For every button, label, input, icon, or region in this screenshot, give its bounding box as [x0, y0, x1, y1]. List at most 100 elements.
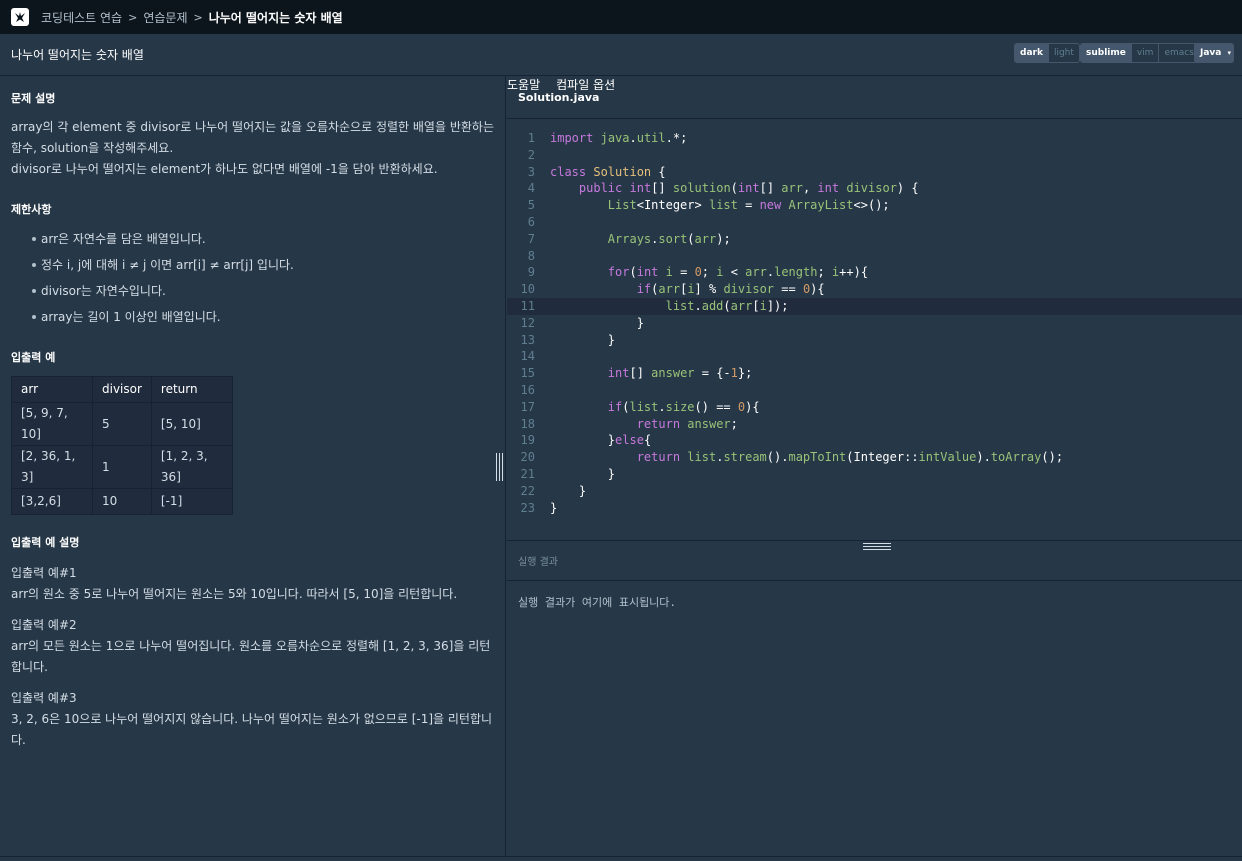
code-text: }else{ — [550, 433, 652, 448]
code-text: class Solution { — [550, 164, 666, 179]
description-text-2: divisor로 나누어 떨어지는 element가 하나도 없다면 배열에 -… — [11, 162, 438, 176]
code-line[interactable]: 19 }else{ — [507, 432, 1242, 449]
description-text-1: array의 각 element 중 divisor로 나누어 떨어지는 값을 … — [11, 120, 494, 155]
result-label: 실행 결과 — [518, 557, 558, 568]
description-heading: 문제 설명 — [11, 92, 56, 105]
title-bar: 나누어 떨어지는 숫자 배열 dark light sublime vim em… — [0, 34, 1242, 76]
example-1: 입출력 예#1 arr의 원소 중 5로 나누어 떨어지는 원소는 5와 10입… — [11, 563, 494, 605]
constraints-heading: 제한사항 — [11, 203, 52, 216]
line-number: 15 — [520, 366, 535, 381]
example-title: 입출력 예#3 — [11, 691, 77, 705]
table-cell: [3,2,6] — [11, 488, 93, 515]
code-text: public int[] solution(int[] arr, int div… — [578, 181, 919, 196]
table-cell: 1 — [92, 445, 152, 489]
table-row: [5, 9, 7, 10] 5 [5, 10] — [11, 402, 233, 446]
line-number: 5 — [527, 198, 535, 213]
chevron-right-icon: > — [193, 10, 203, 24]
breadcrumb-item-practice[interactable]: 연습문제 — [143, 9, 187, 26]
table-row: [3,2,6] 10 [-1] — [11, 488, 233, 515]
breadcrumb: 코딩테스트 연습 > 연습문제 > 나누어 떨어지는 숫자 배열 — [41, 9, 343, 26]
io-table: arr divisor return [5, 9, 7, 10] 5 [5, 1… — [11, 376, 233, 515]
code-line[interactable]: 21 } — [507, 466, 1242, 483]
code-text: } — [550, 500, 558, 515]
io-explanation-heading: 입출력 예 설명 — [11, 536, 80, 549]
code-line[interactable]: 23} — [507, 500, 1242, 517]
code-line[interactable]: 9 for(int i = 0; i < arr.length; i++){ — [507, 264, 1242, 281]
line-number: 7 — [527, 231, 535, 246]
code-line[interactable]: 2 — [507, 147, 1242, 164]
language-select[interactable]: Java ▾ — [1194, 43, 1234, 63]
caret-down-icon: ▾ — [1227, 49, 1232, 57]
code-line[interactable]: 20 return list.stream().mapToInt(Integer… — [507, 449, 1242, 466]
code-line[interactable]: 5 List<Integer> list = new ArrayList<>()… — [507, 197, 1242, 214]
result-output: 실행 결과가 여기에 표시됩니다. — [518, 596, 677, 609]
code-text: } — [550, 483, 587, 498]
code-line[interactable]: 18 return answer; — [507, 416, 1242, 433]
table-row: [2, 36, 1, 3] 1 [1, 2, 3, 36] — [11, 445, 233, 489]
theme-dark-button[interactable]: dark — [1015, 44, 1048, 62]
line-number: 16 — [520, 382, 535, 397]
line-number: 22 — [520, 483, 535, 498]
code-line[interactable]: 7 Arrays.sort(arr); — [507, 231, 1242, 248]
code-editor[interactable]: 1 import java.util.*; 2 3 class Solution {4 … — [507, 130, 1242, 516]
language-label: Java — [1200, 48, 1222, 58]
table-cell: [5, 10] — [150, 402, 233, 446]
line-number: 20 — [520, 450, 535, 465]
filename-label: Solution.java — [518, 90, 600, 104]
code-line[interactable]: 12 } — [507, 315, 1242, 332]
mode-emacs-button[interactable]: emacs — [1158, 44, 1198, 62]
example-title: 입출력 예#2 — [11, 618, 77, 632]
code-line[interactable]: 13 } — [507, 332, 1242, 349]
code-line[interactable]: 22 } — [507, 483, 1242, 500]
code-line[interactable]: 15 int[] answer = {-1}; — [507, 365, 1242, 382]
vertical-resize-handle[interactable] — [496, 453, 503, 481]
code-text: int[] answer = {-1}; — [607, 366, 753, 381]
column-header: return — [150, 376, 233, 403]
top-nav: 코딩테스트 연습 > 연습문제 > 나누어 떨어지는 숫자 배열 도움말 컴파일… — [0, 0, 1242, 92]
code-line[interactable]: 6 — [507, 214, 1242, 231]
code-line[interactable]: 3 class Solution { — [507, 164, 1242, 181]
example-text: arr의 모든 원소는 1으로 나누어 떨어집니다. 원소를 오름차순으로 정렬… — [11, 639, 491, 674]
code-line[interactable]: 8 — [507, 248, 1242, 265]
line-number: 3 — [527, 164, 535, 179]
code-text: if(arr[i] % divisor == 0){ — [636, 282, 825, 297]
code-line[interactable]: 10 if(arr[i] % divisor == 0){ — [507, 281, 1242, 298]
table-cell: [2, 36, 1, 3] — [11, 445, 93, 489]
editor-mode-toggle: sublime vim emacs — [1080, 43, 1200, 63]
code-text: for(int i = 0; i < arr.length; i++){ — [607, 265, 869, 280]
code-text: } — [550, 466, 616, 481]
code-text: Arrays.sort(arr); — [607, 231, 731, 246]
code-line[interactable]: 17 if(list.size() == 0){ — [507, 399, 1242, 416]
line-number: 19 — [520, 433, 535, 448]
column-header: divisor — [92, 376, 152, 403]
code-line[interactable]: 4 public int[] solution(int[] arr, int d… — [507, 180, 1242, 197]
theme-light-button[interactable]: light — [1047, 44, 1079, 62]
column-header: arr — [11, 376, 93, 403]
code-line[interactable]: 11 list.add(arr[i]); — [507, 297, 1242, 315]
mode-sublime-button[interactable]: sublime — [1081, 44, 1131, 62]
mode-vim-button[interactable]: vim — [1130, 44, 1159, 62]
list-item: arr은 자연수를 담은 배열입니다. — [11, 226, 494, 252]
example-2: 입출력 예#2 arr의 모든 원소는 1으로 나누어 떨어집니다. 원소를 오… — [11, 615, 494, 678]
line-number: 9 — [527, 265, 535, 280]
code-line[interactable]: 1 import java.util.*; — [507, 130, 1242, 147]
line-number: 18 — [520, 416, 535, 431]
horizontal-resize-handle[interactable] — [863, 543, 891, 550]
example-title: 입출력 예#1 — [11, 566, 77, 580]
code-line[interactable]: 14 — [507, 348, 1242, 365]
editor-panel: Solution.java 1 import java.util.*; 2 3 clas… — [507, 76, 1242, 856]
result-header: 실행 결과 — [507, 540, 1242, 581]
line-number: 2 — [527, 147, 535, 162]
line-number: 14 — [520, 349, 535, 364]
table-cell: [1, 2, 3, 36] — [150, 445, 233, 489]
breadcrumb-item-coding-test[interactable]: 코딩테스트 연습 — [41, 9, 122, 26]
example-text: arr의 원소 중 5로 나누어 떨어지는 원소는 5와 10입니다. 따라서 … — [11, 587, 458, 601]
programmers-logo-icon[interactable] — [11, 8, 29, 26]
code-text: List<Integer> list = new ArrayList<>(); — [607, 198, 890, 213]
line-number: 11 — [520, 298, 535, 313]
code-line[interactable]: 16 — [507, 382, 1242, 399]
list-item: array는 길이 1 이상인 배열입니다. — [11, 304, 494, 330]
